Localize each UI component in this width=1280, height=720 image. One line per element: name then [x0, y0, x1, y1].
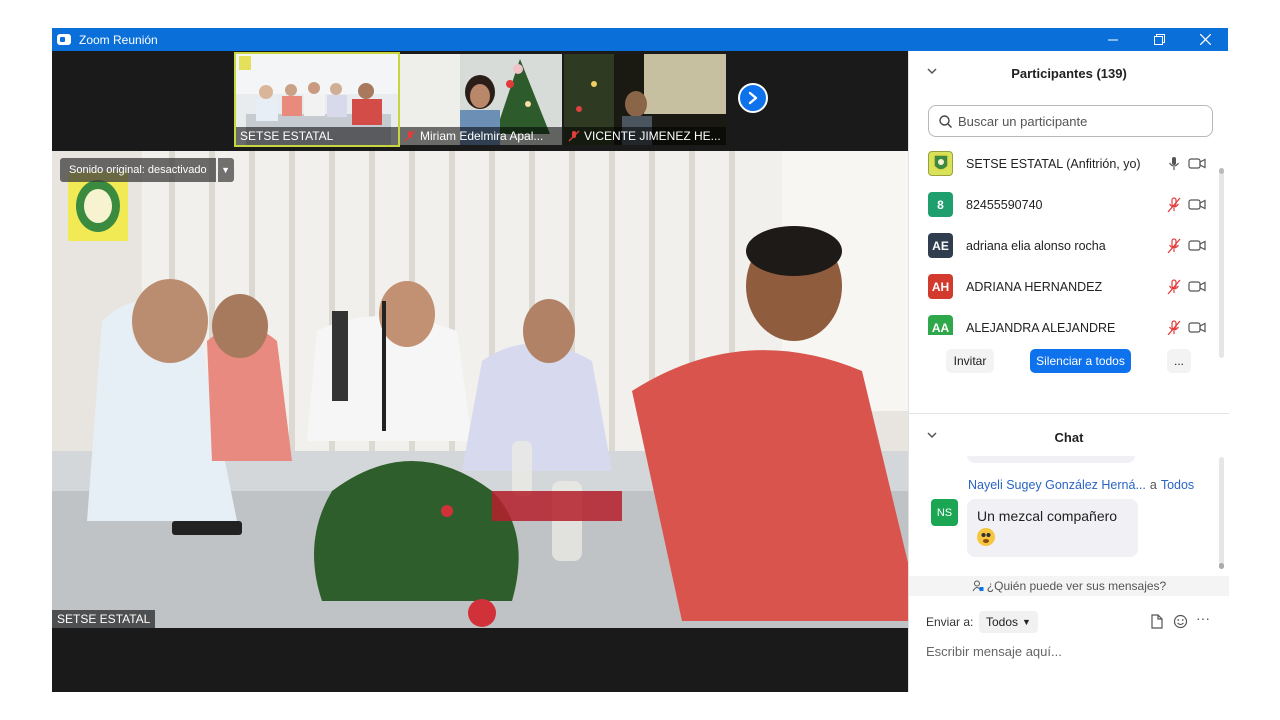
main-video-image — [52, 151, 908, 628]
chevron-down-icon[interactable]: ▼ — [217, 158, 234, 182]
send-to-label: Enviar a: — [926, 615, 974, 629]
thumbnail-name: Miriam Edelmira Apal... — [420, 129, 544, 143]
mic-icon[interactable] — [1167, 156, 1181, 172]
participants-header: Participantes (139) — [909, 55, 1229, 91]
participant-list: SETSE ESTATAL (Anfitrión, yo) 8 8245559074… — [909, 143, 1229, 335]
message-sender-line: Nayeli Sugey González Herná... a Todos — [968, 478, 1194, 492]
mute-all-button[interactable]: Silenciar a todos — [1030, 349, 1131, 373]
message-text: Un mezcal compañero — [977, 508, 1118, 524]
chat-message-input[interactable] — [926, 641, 1216, 661]
participant-search-input[interactable] — [958, 113, 1198, 129]
participant-avatar — [928, 151, 953, 176]
flushed-face-emoji-icon — [977, 528, 995, 546]
muted-mic-icon — [404, 130, 416, 142]
message-avatar: NS — [931, 499, 958, 526]
participant-row[interactable]: AA ALEJANDRA ALEJANDRE — [909, 307, 1229, 335]
chevron-right-icon — [748, 91, 758, 105]
video-thumbnail[interactable]: SETSE ESTATAL — [234, 52, 400, 147]
who-can-see-text: ¿Quién puede ver sus mensajes? — [986, 579, 1167, 593]
emoji-icon[interactable] — [1173, 614, 1188, 629]
participant-avatar: AA — [928, 315, 953, 335]
send-to-row: Enviar a: Todos ▼ ··· — [909, 610, 1229, 633]
video-camera-icon[interactable] — [1188, 157, 1206, 170]
original-sound-label: Sonido original: desactivado — [60, 158, 216, 182]
muted-mic-icon[interactable] — [1167, 197, 1181, 213]
thumbnail-name: SETSE ESTATAL — [240, 129, 334, 143]
participant-avatar: AE — [928, 233, 953, 258]
chat-messages: Nayeli Sugey González Herná... a Todos NS … — [909, 456, 1229, 574]
participant-row[interactable]: AE adriana elia alonso rocha — [909, 225, 1229, 266]
message-sender[interactable]: Nayeli Sugey González Herná... — [968, 478, 1146, 492]
participant-name: ADRIANA HERNANDEZ — [966, 279, 1103, 294]
union-logo-icon — [932, 153, 949, 171]
section-divider — [909, 413, 1229, 414]
who-can-see-messages[interactable]: ¿Quién puede ver sus mensajes? — [909, 576, 1229, 596]
restore-icon — [1153, 34, 1165, 45]
file-icon[interactable] — [1150, 614, 1164, 629]
muted-mic-icon[interactable] — [1167, 279, 1181, 295]
video-camera-icon[interactable] — [1188, 239, 1206, 252]
participant-name: adriana elia alonso rocha — [966, 238, 1106, 253]
thumbnail-name: VICENTE JIMENEZ HE... — [584, 129, 721, 143]
video-camera-icon[interactable] — [1188, 321, 1206, 334]
title-bar: Zoom Reunión — [52, 28, 1228, 51]
participant-row[interactable]: 8 82455590740 — [909, 184, 1229, 225]
more-chat-options-button[interactable]: ··· — [1196, 610, 1212, 626]
thumbnail-caption: SETSE ESTATAL — [236, 127, 398, 145]
person-lock-icon — [972, 580, 984, 592]
video-camera-icon[interactable] — [1188, 198, 1206, 211]
window-title: Zoom Reunión — [79, 32, 158, 47]
participant-search[interactable] — [928, 105, 1213, 137]
video-area: SETSE ESTATAL Miriam Edelmira Apal... VI… — [52, 51, 908, 692]
participant-actions: Invitar Silenciar a todos ... — [909, 349, 1229, 375]
chevron-down-icon: ▼ — [1022, 617, 1031, 627]
participant-avatar: AH — [928, 274, 953, 299]
original-sound-toggle[interactable]: Sonido original: desactivado ▼ — [60, 158, 234, 182]
zoom-logo-icon — [57, 34, 71, 45]
participant-name: 82455590740 — [966, 197, 1043, 212]
side-panel: Participantes (139) SETSE ESTATAL (Anfit… — [908, 51, 1229, 692]
message-bubble: Un mezcal compañero — [967, 499, 1138, 557]
video-camera-icon[interactable] — [1188, 280, 1206, 293]
send-to-select[interactable]: Todos ▼ — [979, 611, 1038, 633]
close-button[interactable] — [1182, 28, 1228, 51]
minimize-icon — [1108, 39, 1118, 40]
muted-mic-icon — [568, 130, 580, 142]
restore-button[interactable] — [1136, 28, 1182, 51]
participant-name: SETSE ESTATAL (Anfitrión, yo) — [966, 156, 1141, 171]
previous-message-bubble — [967, 456, 1135, 463]
muted-mic-icon[interactable] — [1167, 238, 1181, 254]
message-to-word: a — [1149, 478, 1157, 492]
close-icon — [1199, 34, 1211, 45]
thumbnail-caption: VICENTE JIMENEZ HE... — [564, 127, 726, 145]
muted-mic-icon[interactable] — [1167, 320, 1181, 335]
speaker-name-label: SETSE ESTATAL — [52, 610, 156, 628]
search-icon — [939, 114, 952, 128]
video-thumbnail[interactable]: Miriam Edelmira Apal... — [400, 54, 562, 145]
participant-name: ALEJANDRA ALEJANDRE — [966, 320, 1116, 335]
message-recipient: Todos — [1160, 478, 1195, 492]
zoom-window: Zoom Reunión SETSE ESTATAL Miriam Edelmi… — [52, 28, 1229, 692]
thumbnail-caption: Miriam Edelmira Apal... — [400, 127, 562, 145]
chat-title: Chat — [1054, 429, 1084, 445]
participant-row[interactable]: AH ADRIANA HERNANDEZ — [909, 266, 1229, 307]
collapse-chat-chevron-icon[interactable] — [927, 430, 937, 440]
thumbnail-strip: SETSE ESTATAL Miriam Edelmira Apal... VI… — [52, 51, 908, 147]
invite-button[interactable]: Invitar — [946, 349, 994, 373]
video-thumbnail[interactable]: VICENTE JIMENEZ HE... — [564, 54, 726, 145]
participants-title: Participantes (139) — [1011, 65, 1127, 81]
next-page-button[interactable] — [738, 83, 768, 113]
participants-scrollbar[interactable] — [1219, 168, 1224, 358]
send-to-value: Todos — [986, 615, 1019, 629]
chat-scrollbar[interactable] — [1219, 457, 1224, 569]
chat-header: Chat — [909, 419, 1229, 455]
more-options-button[interactable]: ... — [1167, 349, 1191, 373]
participant-row[interactable]: SETSE ESTATAL (Anfitrión, yo) — [909, 143, 1229, 184]
minimize-button[interactable] — [1090, 28, 1136, 51]
participant-avatar: 8 — [928, 192, 953, 217]
collapse-participants-chevron-icon[interactable] — [927, 66, 937, 76]
main-video: Sonido original: desactivado ▼ SETSE EST… — [52, 151, 908, 628]
